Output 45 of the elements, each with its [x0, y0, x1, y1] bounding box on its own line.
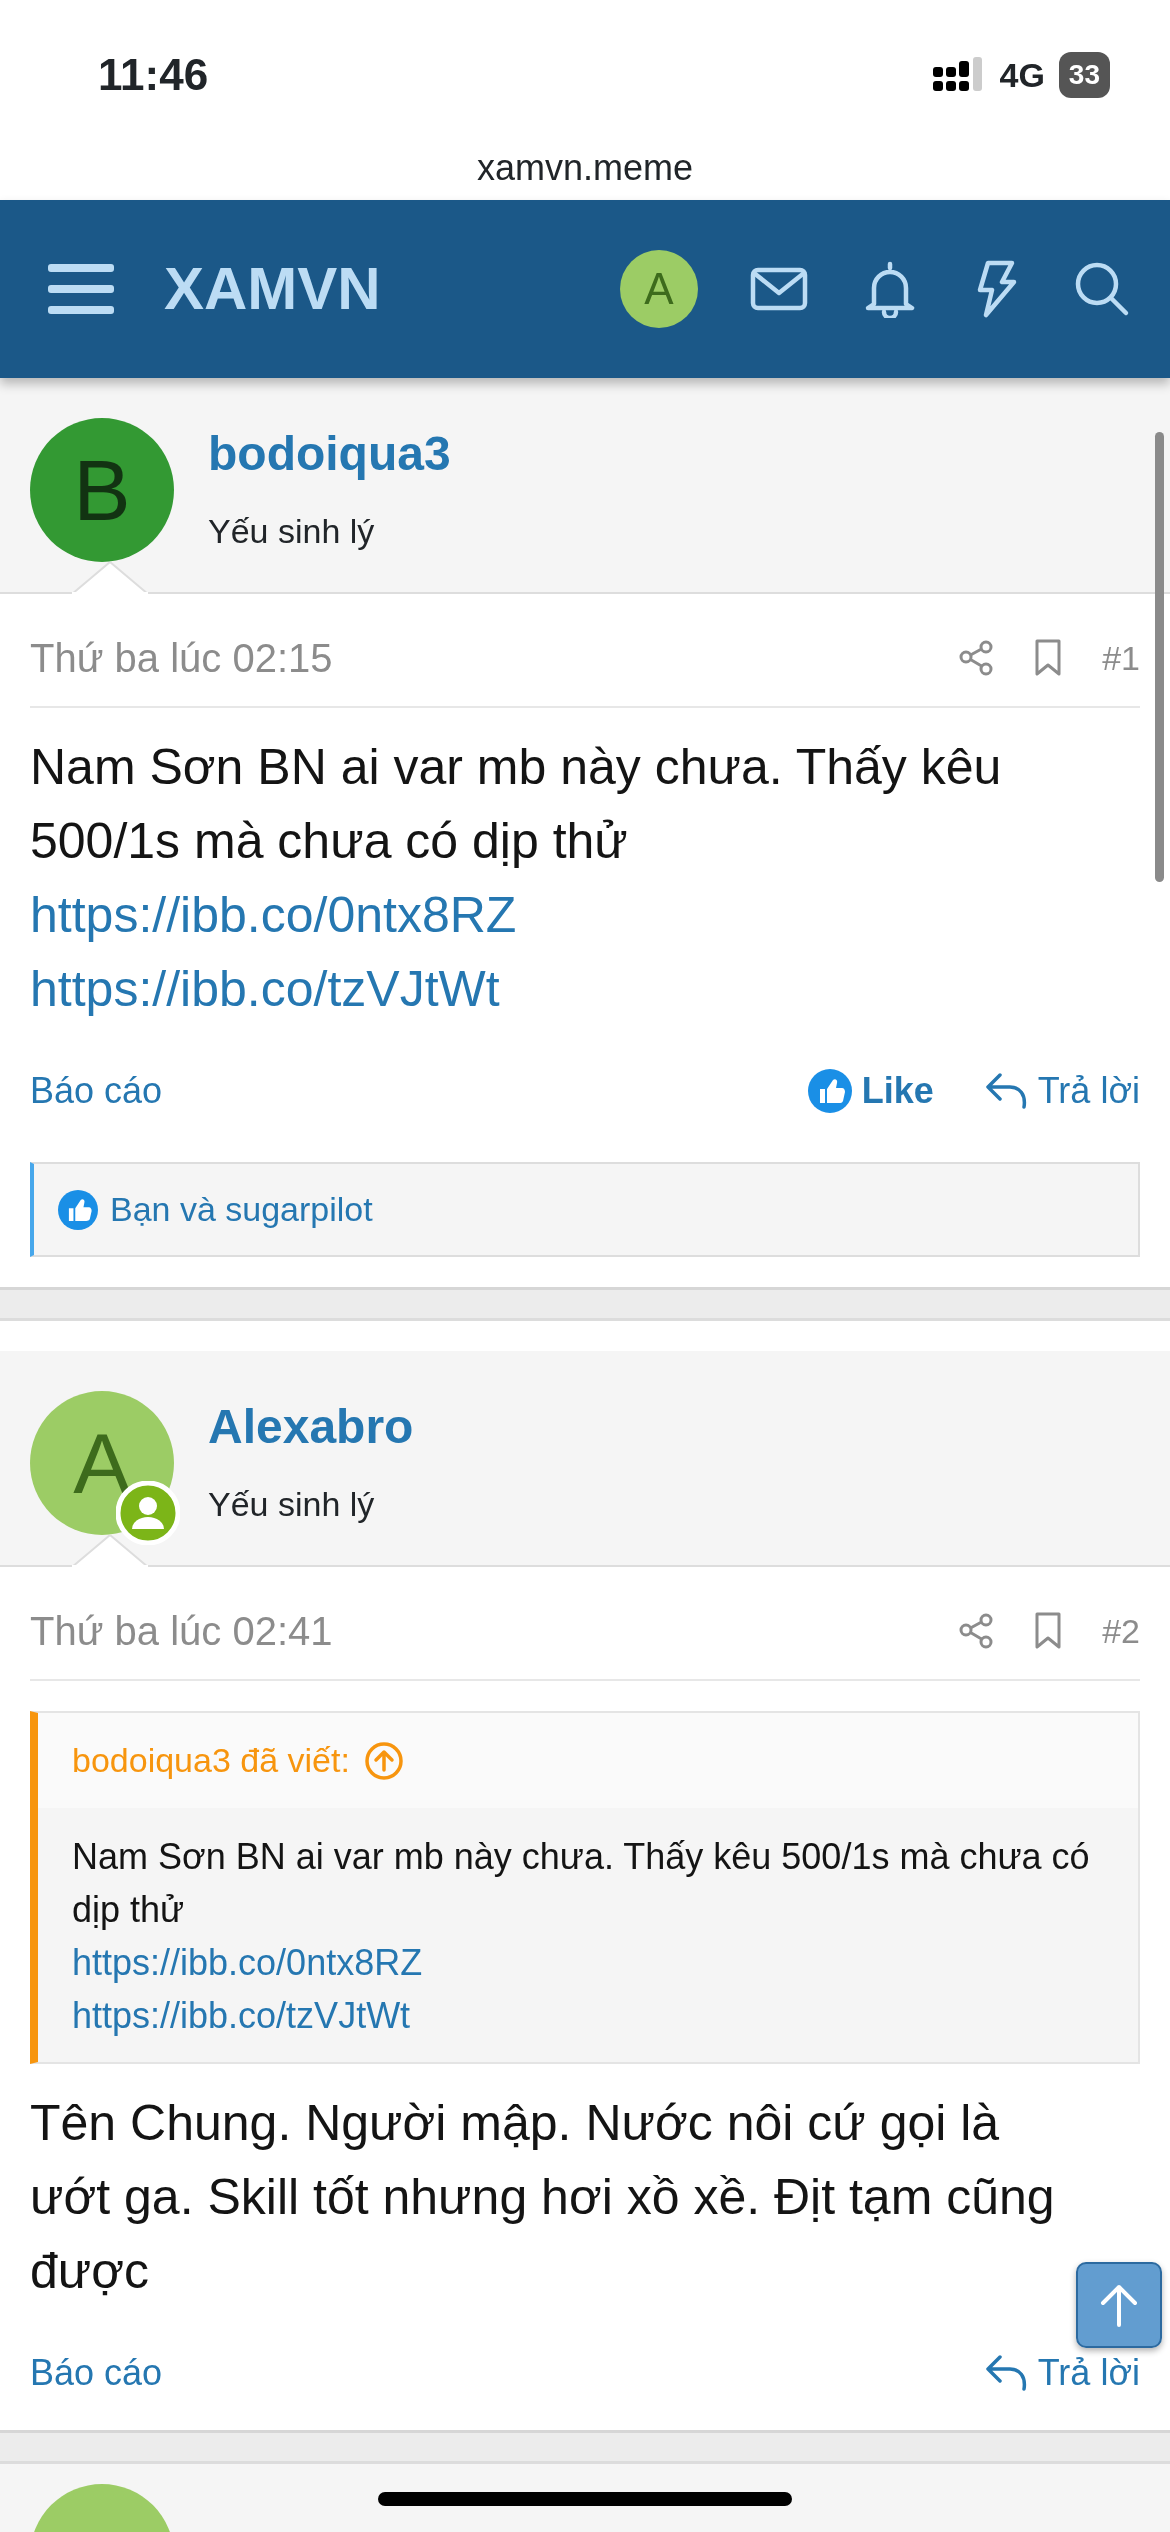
post-date[interactable]: Thứ ba lúc 02:15 [30, 628, 333, 688]
reply-icon [983, 1071, 1028, 1111]
clock-time: 11:46 [98, 49, 209, 101]
report-link[interactable]: Báo cáo [30, 2346, 163, 2400]
arrow-up-icon [1099, 2283, 1139, 2327]
post-number[interactable]: #2 [1102, 1605, 1140, 1657]
post-date[interactable]: Thứ ba lúc 02:41 [30, 1601, 333, 1661]
reply-icon [983, 2353, 1028, 2393]
quote-text: Nam Sơn BN ai var mb này chưa. Thấy kêu 500/1s mà chưa có dịp thử [72, 1835, 1091, 1932]
post-text: Tên Chung. Người mập. Nước nôi cứ gọi là ướt ga. Skill tốt nhưng hơi xồ xề. Địt tạm cũng được [30, 2094, 1056, 2301]
quote-link[interactable]: https://ibb.co/0ntx8RZ [72, 1936, 423, 1989]
scrollbar[interactable] [1155, 432, 1164, 882]
like-button[interactable]: Like [807, 1064, 934, 1118]
reply-button[interactable]: Trả lời [983, 2346, 1140, 2400]
share-icon[interactable] [958, 1612, 995, 1650]
thumbs-up-icon [807, 1069, 852, 1113]
username-link[interactable]: bodoiqua3 [208, 430, 451, 478]
post-text: Nam Sơn BN ai var mb này chưa. Thấy kêu 500/1s mà chưa có dịp thử [30, 738, 1003, 871]
reactions-bar[interactable]: Bạn và sugarpilot [30, 1162, 1140, 1257]
mail-icon[interactable] [750, 267, 808, 311]
reactions-text[interactable]: Bạn và sugarpilot [110, 1184, 373, 1235]
quote-link[interactable]: https://ibb.co/tzVJtWt [72, 1989, 411, 2042]
reply-button[interactable]: Trả lời [983, 1064, 1140, 1118]
network-label: 4G [999, 54, 1045, 96]
arrow-up-circle-icon[interactable] [363, 1740, 404, 1781]
user-avatar[interactable]: B [30, 418, 174, 562]
post-link[interactable]: https://ibb.co/0ntx8RZ [30, 878, 517, 952]
user-title: Yếu sinh lý [208, 511, 376, 552]
username-link[interactable]: Alexabro [208, 1403, 414, 1451]
user-title: Yếu sinh lý [208, 1484, 376, 1525]
report-link[interactable]: Báo cáo [30, 1064, 163, 1118]
site-logo[interactable]: XAMVN [164, 244, 381, 334]
search-icon[interactable] [1074, 261, 1130, 317]
bell-icon[interactable] [864, 260, 916, 318]
menu-icon[interactable] [48, 264, 114, 314]
post-number[interactable]: #1 [1102, 632, 1140, 684]
user-avatar[interactable]: A [620, 250, 698, 328]
thumbs-up-icon [58, 1189, 98, 1230]
battery-level: 33 [1058, 52, 1110, 98]
share-icon[interactable] [958, 639, 995, 677]
url-text: xamvn.meme [476, 147, 694, 188]
bookmark-icon[interactable] [1034, 1611, 1063, 1651]
post-link[interactable]: https://ibb.co/tzVJtWt [30, 952, 500, 1026]
bookmark-icon[interactable] [1034, 638, 1063, 678]
scroll-top-button[interactable] [1076, 2262, 1162, 2348]
